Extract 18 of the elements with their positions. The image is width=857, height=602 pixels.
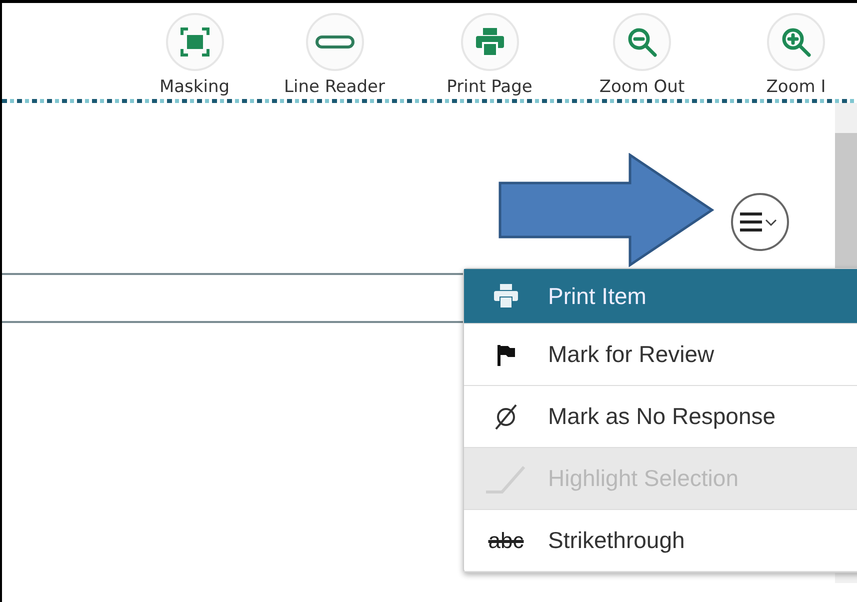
menu-item[interactable]: Mark for Review (464, 324, 857, 386)
zoom-in-icon (780, 26, 812, 58)
printer-icon (474, 26, 506, 58)
empty-set-icon (493, 402, 519, 430)
tool-label: Masking (159, 77, 230, 97)
tool-label: Zoom I (766, 77, 826, 97)
menu-item[interactable]: Print Item (464, 269, 857, 324)
printer-icon (493, 283, 519, 309)
menu-item[interactable]: abc Strikethrough (464, 510, 857, 572)
highlighter-icon (484, 464, 528, 494)
tool-label: Line Reader (284, 77, 385, 97)
mask-icon (180, 27, 210, 57)
strikethrough-icon: abc (488, 528, 524, 554)
line-reader-icon (314, 35, 354, 49)
tool-label: Print Page (446, 77, 532, 97)
zoom-out-icon (626, 26, 658, 58)
tool-label: Zoom Out (599, 77, 685, 97)
flag-icon (496, 344, 516, 366)
